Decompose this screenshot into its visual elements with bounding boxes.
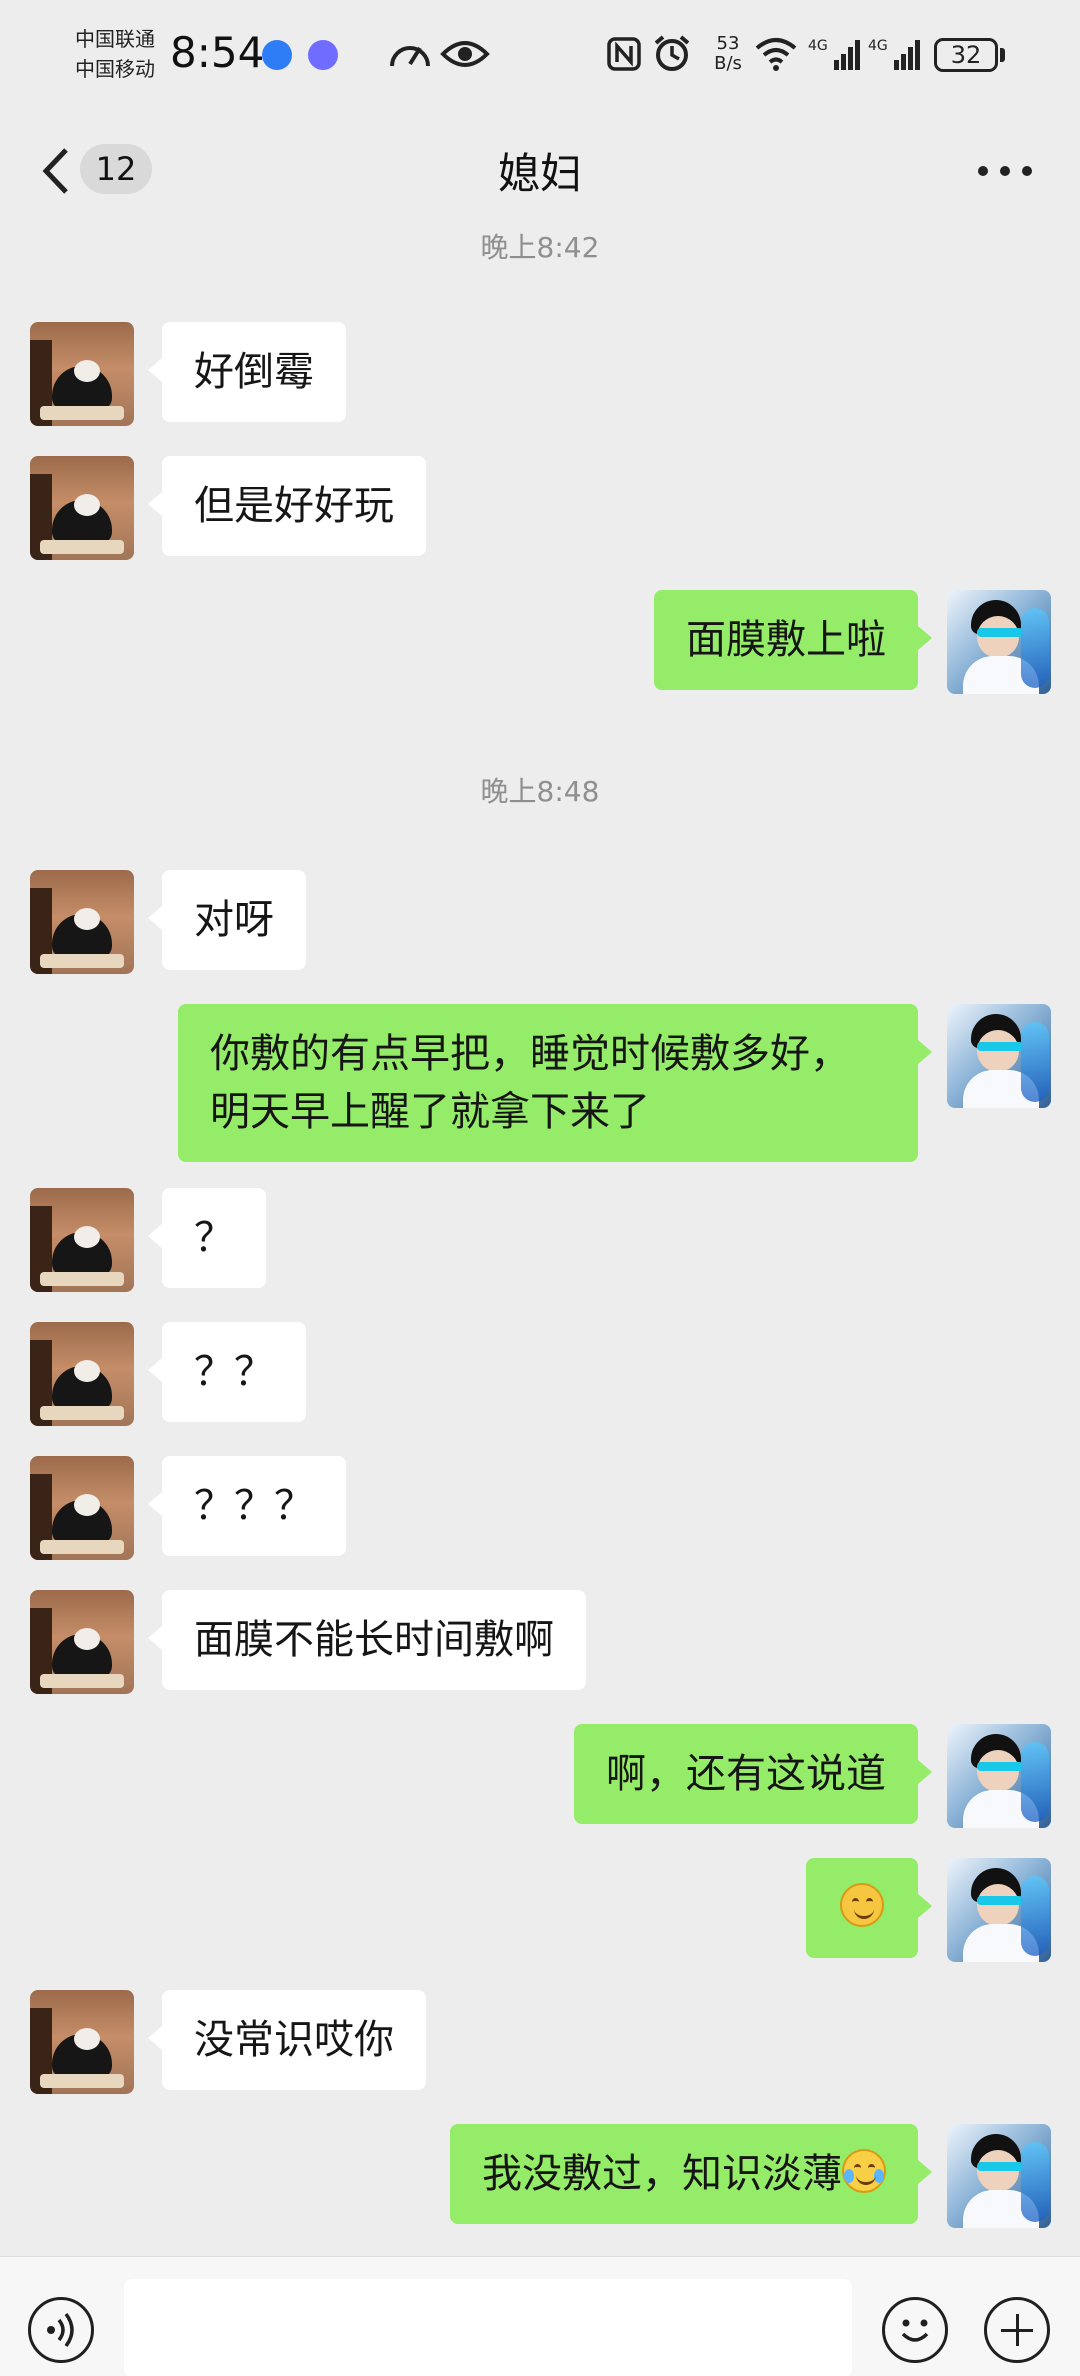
my-avatar[interactable] xyxy=(947,1858,1051,1962)
music-icon xyxy=(308,40,338,70)
message-bubble-incoming[interactable]: ？？ xyxy=(148,1322,306,1422)
message-bubble-outgoing[interactable]: 面膜敷上啦 xyxy=(654,590,932,690)
message-bubble-outgoing[interactable] xyxy=(806,1858,932,1958)
svg-text:4G: 4G xyxy=(868,38,888,54)
message-bubble-incoming[interactable]: ？ xyxy=(148,1188,266,1288)
message-text: 我没敷过，知识淡薄 xyxy=(482,2151,842,2197)
contact-avatar[interactable] xyxy=(30,1590,134,1694)
wifi-icon xyxy=(754,32,798,76)
battery-tip xyxy=(1000,48,1005,62)
more-options-icon[interactable] xyxy=(978,166,1038,182)
nfc-icon xyxy=(606,32,642,76)
my-avatar[interactable] xyxy=(947,590,1051,694)
message-bubble-incoming[interactable]: 没常识哎你 xyxy=(148,1990,426,2090)
timestamp: 晚上8:48 xyxy=(480,775,600,808)
input-bar xyxy=(0,2256,1080,2376)
contact-avatar[interactable] xyxy=(30,870,134,974)
carrier-1: 中国联通 xyxy=(75,27,155,51)
speed-icon xyxy=(386,32,434,76)
my-avatar[interactable] xyxy=(947,1004,1051,1108)
more-actions-plus-icon[interactable] xyxy=(984,2297,1050,2363)
message-bubble-outgoing[interactable]: 你敷的有点早把，睡觉时候敷多好，明天早上醒了就拿下来了 xyxy=(178,1004,932,1162)
contact-avatar[interactable] xyxy=(30,1322,134,1426)
chat-screen: 中国联通 中国移动 8:54 53 B/s 4G 4G 32 12 媳妇 晚上8… xyxy=(0,0,1080,2376)
status-bar: 中国联通 中国移动 8:54 53 B/s 4G 4G 32 xyxy=(0,0,1080,110)
alarm-icon xyxy=(652,32,692,76)
thinking-emoji-icon xyxy=(840,1883,884,1927)
battery-level: 32 xyxy=(934,38,998,72)
contact-avatar[interactable] xyxy=(30,322,134,426)
message-bubble-incoming[interactable]: 但是好好玩 xyxy=(148,456,426,556)
message-bubble-incoming[interactable]: 面膜不能长时间敷啊 xyxy=(148,1590,586,1690)
net-speed: 53 B/s xyxy=(714,33,742,74)
contact-avatar[interactable] xyxy=(30,1990,134,2094)
message-bubble-outgoing[interactable]: 啊，还有这说道 xyxy=(574,1724,932,1824)
app-blue-icon xyxy=(262,40,292,70)
emoji-picker-icon[interactable] xyxy=(882,2297,948,2363)
back-arrow-icon[interactable] xyxy=(36,144,80,198)
eye-icon xyxy=(440,32,490,76)
signal-4g-icon: 4G xyxy=(868,32,922,76)
signal-4g-icon: 4G xyxy=(808,32,862,76)
laugh-cry-emoji-icon xyxy=(842,2149,886,2193)
timestamp: 晚上8:42 xyxy=(480,232,600,264)
message-list[interactable]: 晚上8:42 好倒霉 但是好好玩 面膜敷上啦 晚上8:48 对呀 你敷的有点早把… xyxy=(0,232,1080,2256)
contact-avatar[interactable] xyxy=(30,1456,134,1560)
carrier-labels: 中国联通 中国移动 xyxy=(75,24,155,84)
message-input[interactable] xyxy=(124,2279,852,2376)
message-bubble-outgoing[interactable]: 我没敷过，知识淡薄 xyxy=(450,2124,932,2224)
carrier-2: 中国移动 xyxy=(75,57,155,81)
chat-title: 媳妇 xyxy=(497,149,582,198)
message-bubble-incoming[interactable]: 好倒霉 xyxy=(148,322,346,422)
svg-text:4G: 4G xyxy=(808,38,828,54)
my-avatar[interactable] xyxy=(947,1724,1051,1828)
my-avatar[interactable] xyxy=(947,2124,1051,2228)
voice-input-icon[interactable] xyxy=(28,2297,94,2363)
unread-count-badge[interactable]: 12 xyxy=(80,144,152,194)
message-bubble-incoming[interactable]: 对呀 xyxy=(148,870,306,970)
contact-avatar[interactable] xyxy=(30,1188,134,1292)
message-bubble-incoming[interactable]: ？？？ xyxy=(148,1456,346,1556)
contact-avatar[interactable] xyxy=(30,456,134,560)
status-time: 8:54 xyxy=(170,28,265,77)
